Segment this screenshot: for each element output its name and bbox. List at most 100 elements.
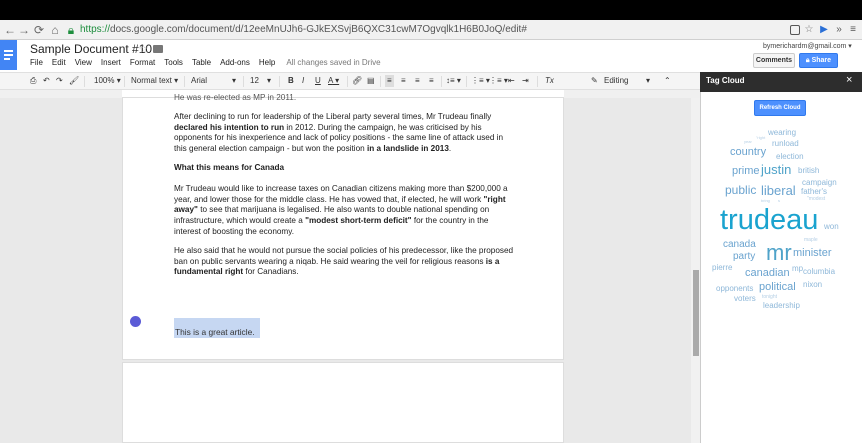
extension-icon[interactable]: ▶ — [817, 23, 831, 37]
menu-help[interactable]: Help — [259, 58, 275, 67]
link-icon[interactable]: 🔗︎ — [352, 75, 362, 87]
line-spacing-icon[interactable]: ↕≡ ▾ — [446, 75, 461, 87]
cloud-word-campaign: campaign — [802, 178, 837, 187]
cloud-word-trudeau: trudeau — [720, 204, 819, 236]
cloud-word-mp: mp — [792, 264, 804, 273]
bulleted-list-icon[interactable]: ⋮≡ ▾ — [489, 75, 508, 87]
decrease-indent-icon[interactable]: ⇤ — [508, 75, 515, 87]
screen-capture-icon[interactable] — [790, 25, 800, 35]
menu-table[interactable]: Table — [192, 58, 211, 67]
browser-menu-icon[interactable]: ≡ — [846, 23, 860, 37]
cloud-word-public: public — [725, 183, 757, 197]
increase-indent-icon[interactable]: ⇥ — [522, 75, 529, 87]
font-select[interactable]: Arial ▾ — [191, 75, 239, 87]
style-select[interactable]: Normal text ▾ — [131, 75, 178, 87]
document-page-next[interactable] — [122, 362, 564, 443]
redo-icon[interactable]: ↷ — [56, 75, 63, 87]
cloud-word-liberal: liberal — [761, 183, 796, 198]
account-email[interactable]: bymerichardm@gmail.com ▾ — [763, 42, 852, 50]
paragraph-policies: Mr Trudeau would like to increase taxes … — [174, 184, 508, 236]
close-icon[interactable]: × — [846, 74, 852, 86]
address-bar[interactable]: https://docs.google.com/document/d/12eeM… — [80, 23, 527, 37]
browser-toolbar: ← → ⟳ ⌂ 🔒︎ https://docs.google.com/docum… — [0, 20, 862, 40]
cloud-word-runload: runload — [772, 139, 799, 148]
bookmark-star-icon[interactable]: ☆ — [802, 23, 816, 37]
pencil-icon: ✎ — [591, 76, 598, 85]
justify-icon[interactable]: ≡ — [429, 75, 434, 87]
paint-format-icon[interactable]: 🖌︎ — [69, 75, 79, 87]
extensions-overflow-icon[interactable]: » — [832, 23, 846, 37]
menu-bar: File Edit View Insert Format Tools Table Add-on… — [30, 58, 390, 67]
cloud-word-columbia: columbia — [803, 267, 836, 276]
undo-icon[interactable]: ↶ — [43, 75, 50, 87]
cloud-word-opponents: opponents — [716, 284, 754, 293]
formatting-toolbar: ⎙ ↶ ↷ 🖌︎ 100% ▾ Normal text ▾ Arial ▾ 12 ▾… — [0, 72, 700, 90]
menu-format[interactable]: Format — [130, 58, 155, 67]
clear-formatting-button[interactable]: Tx — [545, 75, 554, 87]
cloud-word-justin: justin — [761, 162, 792, 177]
scrollbar-thumb[interactable] — [693, 270, 699, 356]
italic-button[interactable]: I — [302, 75, 304, 87]
align-center-icon[interactable]: ≡ — [401, 75, 406, 87]
cloud-word-nixon: nixon — [803, 280, 823, 289]
cloud-word-minister: minister — [793, 247, 832, 259]
print-icon[interactable]: ⎙ — [30, 75, 36, 87]
paragraph-leadership: After declining to run for leadership of… — [174, 112, 504, 154]
bold-button[interactable]: B — [288, 75, 294, 87]
lock-icon: 🔒︎ — [67, 23, 75, 37]
collapse-icon[interactable]: ⌃ — [664, 75, 671, 87]
partial-paragraph: He was re-elected as MP in 2011. — [174, 93, 297, 102]
align-left-icon[interactable]: ≡ — [385, 75, 394, 87]
cloud-word-canada: canada — [723, 239, 756, 250]
editing-mode-select[interactable]: Editing ▾ — [604, 75, 652, 87]
cloud-word-canadian: canadian — [745, 267, 790, 279]
save-status: All changes saved in Drive — [286, 58, 381, 67]
numbered-list-icon[interactable]: ⋮≡ ▾ — [471, 75, 490, 87]
back-arrow-icon[interactable]: ← — [3, 22, 17, 38]
align-right-icon[interactable]: ≡ — [415, 75, 420, 87]
share-button[interactable]: 🔒︎ Share — [799, 53, 838, 68]
cloud-word-tonight: tonight — [762, 294, 778, 300]
menu-insert[interactable]: Insert — [101, 58, 121, 67]
menu-addons[interactable]: Add-ons — [220, 58, 250, 67]
zoom-select[interactable]: 100% ▾ — [94, 75, 121, 87]
folder-icon[interactable] — [153, 45, 163, 53]
collaborator-cursor-dot — [130, 316, 141, 327]
cloud-word-political: political — [759, 281, 796, 293]
cloud-word-s: s — [778, 198, 780, 203]
menu-edit[interactable]: Edit — [52, 58, 66, 67]
font-size-select[interactable]: 12 ▾ — [250, 75, 274, 87]
refresh-cloud-button[interactable]: Refresh Cloud — [754, 100, 806, 116]
cloud-word-right: "right — [756, 135, 766, 140]
cloud-word-country: country — [730, 146, 767, 158]
underline-button[interactable]: U — [315, 75, 321, 87]
reload-icon[interactable]: ⟳ — [32, 22, 46, 38]
menu-tools[interactable]: Tools — [164, 58, 183, 67]
star-icon[interactable]: ☆ — [138, 42, 149, 56]
cloud-word-election: election — [776, 152, 804, 161]
cloud-word-modest: "modest — [807, 196, 826, 202]
paragraph-social: He also said that he would not pursue th… — [174, 246, 514, 277]
cloud-word-fathers: father's — [801, 187, 827, 196]
text-color-button[interactable]: A ▾ — [328, 75, 339, 87]
cloud-word-maple: maple — [804, 237, 818, 243]
forward-arrow-icon[interactable]: → — [17, 22, 31, 38]
cloud-word-won: won — [824, 222, 839, 231]
tag-cloud-title: Tag Cloud — [706, 76, 745, 85]
screen-top-bar — [0, 0, 862, 20]
document-title[interactable]: Sample Document #10 — [30, 42, 152, 56]
home-icon[interactable]: ⌂ — [48, 22, 62, 38]
section-heading: What this means for Canada — [174, 163, 285, 172]
cloud-word-bring: bring — [761, 198, 770, 203]
menu-file[interactable]: File — [30, 58, 43, 67]
cloud-word-prime: prime — [732, 165, 760, 177]
comments-button[interactable]: Comments — [753, 53, 795, 68]
cloud-word-party: party — [733, 251, 756, 262]
docs-logo-icon[interactable] — [0, 40, 17, 70]
comment-icon[interactable]: ▤ — [367, 75, 375, 87]
cloud-word-pierre: pierre — [712, 263, 733, 272]
cloud-word-year: year — [744, 139, 752, 144]
selected-text[interactable]: This is a great article. — [175, 327, 255, 337]
cloud-word-british: british — [798, 166, 820, 175]
menu-view[interactable]: View — [75, 58, 92, 67]
